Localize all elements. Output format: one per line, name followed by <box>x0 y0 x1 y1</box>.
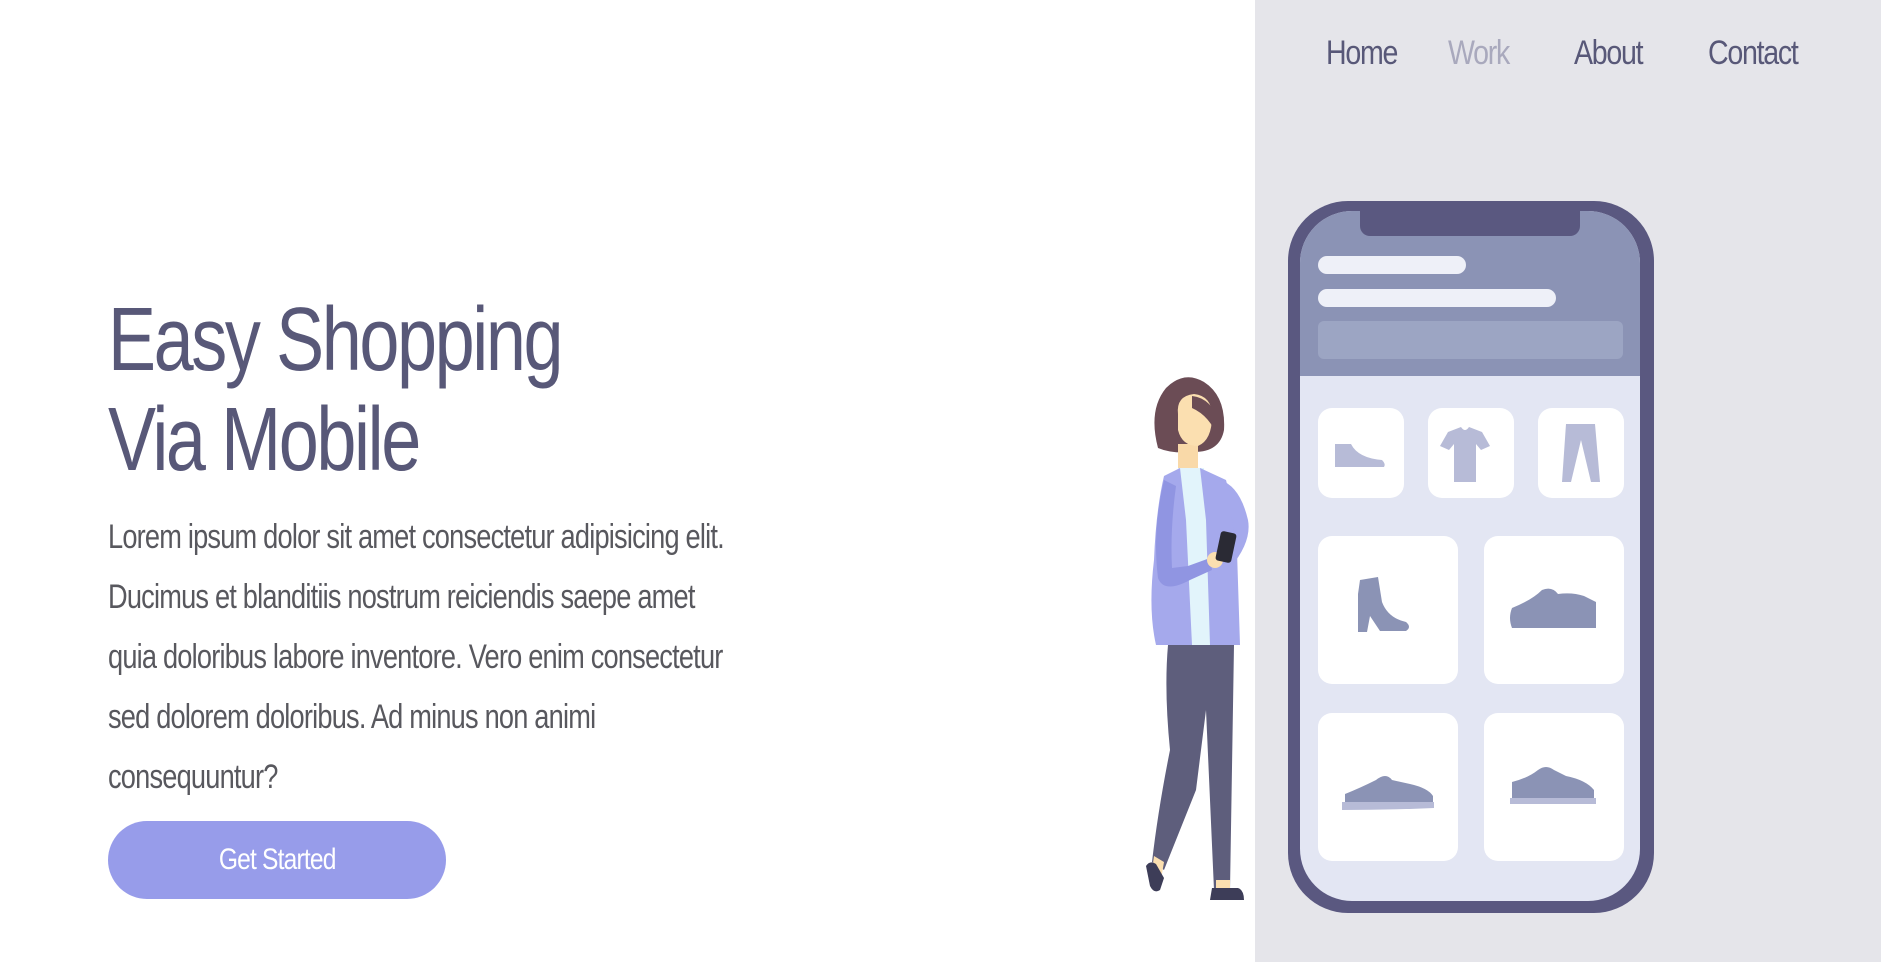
header-text-bar-1 <box>1318 256 1466 274</box>
phone-illustration <box>1288 201 1654 913</box>
nav-about-link[interactable]: About <box>1574 34 1687 73</box>
nav-work-link[interactable]: Work <box>1448 34 1554 73</box>
phone-notch <box>1360 211 1580 236</box>
hero-title-line2: Via Mobile <box>108 390 421 490</box>
product-card-boot <box>1318 536 1458 684</box>
hero-description: Lorem ipsum dolor sit amet consectetur a… <box>108 518 725 796</box>
product-card-shoe <box>1318 408 1404 498</box>
shopping-illustration <box>1146 201 1654 913</box>
shoe-right <box>1210 888 1244 900</box>
hero-title: Easy Shopping Via Mobile <box>108 290 564 490</box>
header-text-bar-2 <box>1318 289 1556 307</box>
main-nav: Home Work About Contact <box>1326 28 1828 78</box>
neck <box>1178 444 1198 472</box>
hero-title-line1: Easy Shopping <box>108 290 564 390</box>
nav-home-link[interactable]: Home <box>1326 34 1428 73</box>
product-card-pants <box>1538 408 1624 498</box>
get-started-button[interactable]: Get Started <box>108 821 446 899</box>
get-started-label: Get Started <box>218 843 337 876</box>
nav-contact-link[interactable]: Contact <box>1708 34 1809 73</box>
pants <box>1152 645 1234 890</box>
header-search-bar <box>1318 321 1623 359</box>
woman-illustration <box>1146 377 1249 900</box>
sneaker-sole <box>1510 798 1596 804</box>
